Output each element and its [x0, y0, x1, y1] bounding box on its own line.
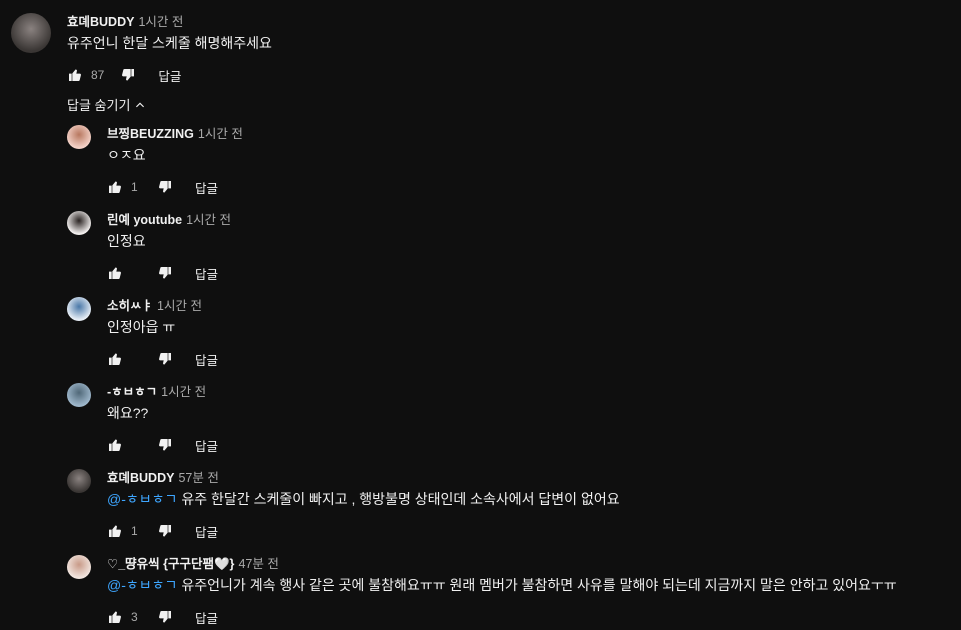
comment-time[interactable]: 1시간 전 [186, 211, 231, 229]
comment-text: 유주언니 한달 스케줄 해명해주세요 [67, 35, 272, 51]
comment-actions: 1 답글 [107, 515, 620, 547]
comment-actions: 1 답글 [107, 171, 243, 203]
comment-body: 효뎨BUDDY 1시간 전 유주언니 한달 스케줄 해명해주세요 87 답글 [67, 13, 272, 91]
reply-button[interactable]: 답글 [195, 264, 218, 283]
comment-header: 소히ㅆㅑ 1시간 전 [107, 297, 218, 315]
dislike-icon[interactable] [157, 437, 173, 453]
author-name[interactable]: -ㅎㅂㅎㄱ [107, 383, 157, 401]
comment-text: 왜요?? [107, 405, 149, 421]
comment-actions: 답글 [107, 343, 218, 375]
dislike-icon[interactable] [157, 523, 173, 539]
comment-body: 린예 youtube 1시간 전 인정요 답글 [107, 211, 231, 289]
like-icon[interactable] [107, 437, 123, 453]
mention-link[interactable]: @-ㅎㅂㅎㄱ [107, 577, 177, 593]
reply-item: ♡_땽유씩 {구구단팸🤍} 47분 전 @-ㅎㅂㅎㄱ 유주언니가 계속 행사 같은… [67, 555, 897, 630]
comment-text: 인정요 [107, 233, 146, 249]
comment-text-content: 유주 한달간 스케줄이 빠지고 , 행방불명 상태인데 소속사에서 답변이 없어… [181, 491, 620, 507]
comment-thread: 효뎨BUDDY 1시간 전 유주언니 한달 스케줄 해명해주세요 87 답글 [11, 13, 272, 91]
comment-header: 효뎨BUDDY 1시간 전 [67, 13, 272, 31]
dislike-icon[interactable] [157, 609, 173, 625]
like-icon[interactable] [107, 265, 123, 281]
comment-header: 린예 youtube 1시간 전 [107, 211, 231, 229]
like-icon[interactable] [107, 179, 123, 195]
like-icon[interactable] [107, 351, 123, 367]
comment-time[interactable]: 1시간 전 [138, 13, 183, 31]
hide-replies-label: 답글 숨기기 [67, 98, 131, 113]
comment-body: -ㅎㅂㅎㄱ 1시간 전 왜요?? 답글 [107, 383, 218, 461]
comment-body: 소히ㅆㅑ 1시간 전 인정아읍 ㅠ 답글 [107, 297, 218, 375]
author-name[interactable]: 소히ㅆㅑ [107, 297, 153, 315]
reply-button[interactable]: 답글 [158, 66, 181, 85]
comment-header: -ㅎㅂㅎㄱ 1시간 전 [107, 383, 218, 401]
comment-time[interactable]: 1시간 전 [198, 125, 243, 143]
comment-actions: 3 답글 [107, 601, 897, 630]
avatar[interactable] [67, 125, 91, 149]
author-name[interactable]: 린예 youtube [107, 211, 182, 229]
comment-actions: 답글 [107, 429, 218, 461]
author-name[interactable]: 브찡BEUZZING [107, 125, 194, 143]
like-count: 1 [131, 180, 138, 194]
like-count: 1 [131, 524, 138, 538]
reply-button[interactable]: 답글 [195, 350, 218, 369]
reply-item: 효뎨BUDDY 57분 전 @-ㅎㅂㅎㄱ 유주 한달간 스케줄이 빠지고 , 행방… [67, 469, 620, 547]
reply-button[interactable]: 답글 [195, 608, 218, 627]
mention-link[interactable]: @-ㅎㅂㅎㄱ [107, 491, 177, 507]
like-count: 3 [131, 610, 138, 624]
comment-time[interactable]: 1시간 전 [157, 297, 202, 315]
reply-button[interactable]: 답글 [195, 178, 218, 197]
hide-replies-button[interactable]: 답글 숨기기 [67, 95, 146, 114]
comment-body: 브찡BEUZZING 1시간 전 ㅇㅈ요 1 답글 [107, 125, 243, 203]
comment-text: ㅇㅈ요 [107, 147, 146, 163]
reply-item: 브찡BEUZZING 1시간 전 ㅇㅈ요 1 답글 [67, 125, 243, 203]
dislike-icon[interactable] [157, 265, 173, 281]
avatar[interactable] [67, 297, 91, 321]
comment-text-content: 유주언니가 계속 행사 같은 곳에 불참해요ㅠㅠ 원래 멤버가 불참하면 사유를… [181, 577, 897, 593]
like-icon[interactable] [67, 67, 83, 83]
reply-item: 린예 youtube 1시간 전 인정요 답글 [67, 211, 231, 289]
avatar[interactable] [67, 469, 91, 493]
avatar[interactable] [67, 555, 91, 579]
comment-header: 브찡BEUZZING 1시간 전 [107, 125, 243, 143]
comment-time[interactable]: 57분 전 [178, 469, 218, 487]
comment-time[interactable]: 47분 전 [238, 555, 278, 573]
comment-time[interactable]: 1시간 전 [161, 383, 206, 401]
avatar[interactable] [67, 383, 91, 407]
dislike-icon[interactable] [157, 179, 173, 195]
dislike-icon[interactable] [120, 67, 136, 83]
reply-button[interactable]: 답글 [195, 522, 218, 541]
comment-header: 효뎨BUDDY 57분 전 [107, 469, 620, 487]
author-name[interactable]: 효뎨BUDDY [67, 13, 134, 31]
comment-actions: 87 답글 [67, 59, 272, 91]
author-name[interactable]: ♡_땽유씩 {구구단팸🤍} [107, 555, 234, 573]
like-count: 87 [91, 68, 105, 82]
avatar[interactable] [11, 13, 51, 53]
comment-text: @-ㅎㅂㅎㄱ 유주언니가 계속 행사 같은 곳에 불참해요ㅠㅠ 원래 멤버가 불참… [107, 575, 897, 595]
comment-text: 인정아읍 ㅠ [107, 319, 176, 335]
avatar[interactable] [67, 211, 91, 235]
reply-item: 소히ㅆㅑ 1시간 전 인정아읍 ㅠ 답글 [67, 297, 218, 375]
comment-header: ♡_땽유씩 {구구단팸🤍} 47분 전 [107, 555, 897, 573]
like-icon[interactable] [107, 609, 123, 625]
reply-button[interactable]: 답글 [195, 436, 218, 455]
reply-item: -ㅎㅂㅎㄱ 1시간 전 왜요?? 답글 [67, 383, 218, 461]
comment-body: ♡_땽유씩 {구구단팸🤍} 47분 전 @-ㅎㅂㅎㄱ 유주언니가 계속 행사 같은… [107, 555, 897, 630]
dislike-icon[interactable] [157, 351, 173, 367]
like-icon[interactable] [107, 523, 123, 539]
comment-body: 효뎨BUDDY 57분 전 @-ㅎㅂㅎㄱ 유주 한달간 스케줄이 빠지고 , 행방… [107, 469, 620, 547]
comment-actions: 답글 [107, 257, 231, 289]
chevron-up-icon [136, 102, 145, 107]
author-name[interactable]: 효뎨BUDDY [107, 469, 174, 487]
comment-text: @-ㅎㅂㅎㄱ 유주 한달간 스케줄이 빠지고 , 행방불명 상태인데 소속사에서 … [107, 489, 620, 509]
